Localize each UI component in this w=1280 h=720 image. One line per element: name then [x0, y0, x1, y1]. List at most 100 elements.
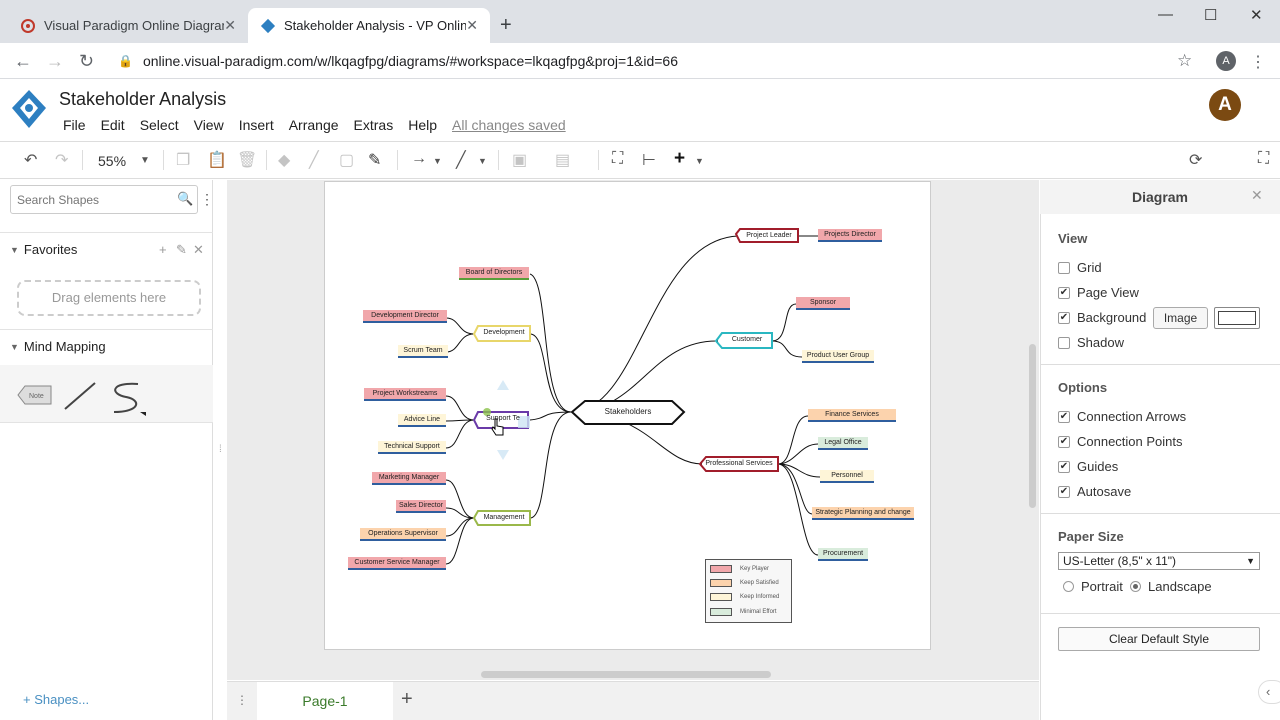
central-topic-label[interactable]: Stakeholders [585, 406, 671, 419]
leaf-sales-director[interactable]: Sales Director [396, 500, 446, 513]
legend-label: Key Player [740, 566, 770, 572]
swatch-fill [1218, 311, 1256, 325]
checkbox-checked: ✔ [1058, 435, 1070, 448]
grid-checkbox[interactable]: Grid [1058, 260, 1102, 275]
checkbox-checked: ✔ [1058, 311, 1070, 324]
leaf-marketing-manager[interactable]: Marketing Manager [372, 472, 446, 485]
leaf-finance-services[interactable]: Finance Services [808, 409, 896, 422]
vertical-scrollbar[interactable] [1029, 344, 1036, 508]
legend-key-player: Key Player [710, 565, 769, 573]
shadow-checkbox[interactable]: Shadow [1058, 335, 1124, 350]
leaf-personnel[interactable]: Personnel [820, 470, 874, 483]
tab-page-1[interactable]: Page-1 [257, 682, 393, 720]
legend-swatch [710, 565, 732, 573]
autosave-checkbox[interactable]: ✔ Autosave [1058, 484, 1131, 499]
horizontal-scrollbar[interactable] [481, 671, 771, 678]
close-window-icon[interactable]: ✕ [1250, 6, 1263, 24]
legend[interactable]: Key Player Keep Satisfied Keep Informed … [705, 559, 792, 623]
background-checkbox[interactable]: ✔ Background [1058, 310, 1146, 325]
more-shapes-link[interactable]: + Shapes... [23, 692, 89, 707]
leaf-advice-line[interactable]: Advice Line [398, 414, 446, 427]
checkbox-label: Connection Arrows [1077, 409, 1187, 424]
checkbox-checked: ✔ [1058, 460, 1070, 473]
divider [1040, 513, 1280, 514]
checkbox-unchecked [1058, 336, 1070, 349]
checkbox-label: Autosave [1077, 484, 1132, 499]
connection-arrows-checkbox[interactable]: ✔ Connection Arrows [1058, 409, 1186, 424]
checkbox-checked: ✔ [1058, 410, 1070, 423]
branch-development[interactable]: Development [480, 327, 528, 340]
format-panel-title: Diagram [1040, 180, 1280, 214]
clear-default-style-button[interactable]: Clear Default Style [1058, 627, 1260, 651]
radio-label: Portrait [1081, 579, 1123, 594]
paper-size-value: US-Letter (8,5" x 11") [1063, 554, 1177, 568]
browser-profile-avatar[interactable]: A [1216, 51, 1236, 71]
leaf-operations-supervisor[interactable]: Operations Supervisor [360, 528, 446, 541]
leaf-projects-director[interactable]: Projects Director [818, 229, 882, 242]
leaf-board-of-directors[interactable]: Board of Directors [459, 267, 529, 280]
connection-points-checkbox[interactable]: ✔ Connection Points [1058, 434, 1183, 449]
divider [1040, 613, 1280, 614]
checkbox-label: Grid [1077, 260, 1102, 275]
legend-swatch [710, 593, 732, 601]
checkbox-checked: ✔ [1058, 485, 1070, 498]
checkbox-unchecked [1058, 261, 1070, 274]
leaf-strategic-planning[interactable]: Strategic Planning and change [812, 507, 914, 520]
options-heading: Options [1058, 380, 1108, 395]
close-panel-icon[interactable]: ✕ [1251, 187, 1263, 204]
branch-project-leader[interactable]: Project Leader [742, 230, 796, 243]
leaf-product-user-group[interactable]: Product User Group [802, 350, 874, 363]
guides-checkbox[interactable]: ✔ Guides [1058, 459, 1118, 474]
landscape-radio[interactable]: Landscape [1130, 579, 1212, 594]
legend-label: Keep Informed [740, 594, 780, 600]
minimize-icon[interactable]: — [1158, 6, 1173, 23]
legend-minimal-effort: Minimal Effort [710, 608, 777, 616]
checkbox-label: Connection Points [1077, 434, 1183, 449]
legend-swatch [710, 608, 732, 616]
paper-size-select[interactable]: US-Letter (8,5" x 11") ▼ [1058, 552, 1260, 570]
view-heading: View [1058, 231, 1088, 246]
radio-label: Landscape [1148, 579, 1212, 594]
checkbox-label: Background [1077, 310, 1147, 325]
paper-size-heading: Paper Size [1058, 529, 1124, 544]
mind-map-connectors [445, 228, 821, 565]
portrait-radio[interactable]: Portrait [1063, 579, 1123, 594]
leaf-development-director[interactable]: Development Director [363, 310, 447, 323]
leaf-legal-office[interactable]: Legal Office [818, 437, 868, 450]
legend-swatch [710, 579, 732, 587]
background-color-swatch[interactable] [1214, 307, 1260, 329]
leaf-project-workstreams[interactable]: Project Workstreams [364, 388, 446, 401]
checkbox-label: Page View [1077, 285, 1139, 300]
page-menu-icon[interactable]: ⋮ [236, 693, 248, 707]
add-page-icon[interactable]: + [401, 688, 413, 711]
leaf-procurement[interactable]: Procurement [818, 548, 868, 561]
branch-customer[interactable]: Customer [724, 334, 770, 347]
user-avatar[interactable]: A [1209, 89, 1241, 121]
page-view-checkbox[interactable]: ✔ Page View [1058, 285, 1139, 300]
browser-menu-icon[interactable]: ⋮ [1250, 52, 1266, 72]
legend-label: Keep Satisfied [740, 580, 779, 586]
legend-label: Minimal Effort [740, 609, 777, 615]
checkbox-checked: ✔ [1058, 286, 1070, 299]
checkbox-label: Guides [1077, 459, 1119, 474]
chevron-down-icon: ▼ [1246, 556, 1255, 566]
leaf-customer-service-manager[interactable]: Customer Service Manager [348, 557, 446, 570]
checkbox-label: Shadow [1077, 335, 1124, 350]
mouse-cursor-icon [491, 418, 504, 436]
maximize-icon[interactable]: ☐ [1204, 6, 1217, 24]
radio-on [1130, 581, 1141, 592]
branch-professional-services[interactable]: Professional Services [702, 458, 776, 471]
legend-keep-informed: Keep Informed [710, 593, 779, 601]
divider [1040, 364, 1280, 365]
radio-off [1063, 581, 1074, 592]
background-image-button[interactable]: Image [1153, 307, 1208, 329]
branch-management[interactable]: Management [480, 512, 528, 525]
leaf-sponsor[interactable]: Sponsor [796, 297, 850, 310]
leaf-scrum-team[interactable]: Scrum Team [398, 345, 448, 358]
collapse-panel-icon[interactable]: ‹ [1258, 680, 1280, 704]
bookmark-star-icon[interactable]: ☆ [1177, 51, 1192, 71]
legend-keep-satisfied: Keep Satisfied [710, 579, 779, 587]
sync-icon[interactable]: ⟳ [1189, 150, 1202, 170]
leaf-technical-support[interactable]: Technical Support [378, 441, 446, 454]
fullscreen-icon[interactable]: ⛶ [1258, 150, 1269, 168]
